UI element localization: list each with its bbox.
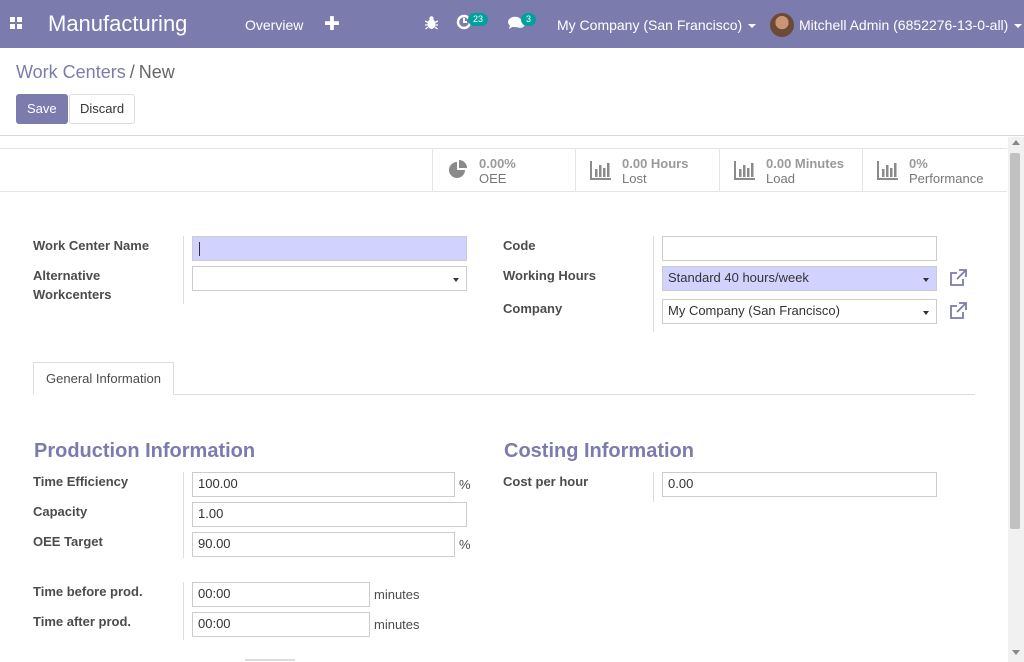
scroll-down-arrow-icon[interactable] — [1012, 650, 1020, 655]
bar-chart-icon — [877, 161, 898, 180]
oee-target-label: OEE Target — [33, 534, 103, 549]
dropdown-caret-icon — [923, 278, 929, 282]
breadcrumb: Work Centers / New — [16, 62, 175, 83]
debug-bug-icon[interactable] — [424, 15, 439, 33]
bottom-divider — [245, 659, 295, 661]
oee-stat-button[interactable]: 0.00% OEE — [432, 149, 576, 191]
time-before-prod-value: 00:00 — [198, 586, 231, 601]
time-efficiency-unit: % — [459, 477, 471, 492]
time-after-prod-value: 00:00 — [198, 616, 231, 631]
discard-button[interactable]: Discard — [69, 94, 136, 124]
external-link-icon[interactable] — [949, 302, 967, 320]
pie-chart-icon — [449, 160, 467, 178]
cost-per-hour-label: Cost per hour — [503, 474, 589, 489]
lost-stat-label: Lost — [622, 171, 647, 186]
external-link-icon[interactable] — [949, 269, 967, 287]
dropdown-caret-icon — [453, 278, 459, 282]
bar-chart-icon — [734, 161, 755, 180]
user-menu-label: Mitchell Admin (6852276-13-0-all) — [799, 17, 1009, 33]
load-stat-value: 0.00 Minutes — [766, 156, 845, 171]
save-button[interactable]: Save — [16, 94, 68, 124]
alternative-workcenters-label-line1: Alternative — [33, 268, 101, 283]
alternative-workcenters-select[interactable] — [192, 266, 467, 291]
message-count-badge: 3 — [521, 13, 537, 26]
company-switcher-label: My Company (San Francisco) — [557, 17, 743, 33]
oee-target-value: 90.00 — [198, 536, 231, 551]
tab-general-information[interactable]: General Information — [33, 362, 174, 395]
label-divider — [653, 472, 654, 502]
plus-menu-icon[interactable]: ✚ — [324, 13, 340, 36]
company-value: My Company (San Francisco) — [668, 303, 840, 318]
scrollbar-thumb[interactable] — [1010, 153, 1020, 529]
tab-bar-line — [33, 394, 975, 395]
alternative-workcenters-label: Alternative Workcenters — [33, 268, 112, 302]
lost-stat-button[interactable]: 0.00 Hours Lost — [575, 149, 719, 191]
alternative-workcenters-label-line2: Workcenters — [33, 287, 112, 302]
company-label: Company — [503, 301, 563, 316]
time-after-prod-label: Time after prod. — [33, 614, 132, 629]
dropdown-caret-icon — [923, 311, 929, 315]
work-center-name-input[interactable] — [192, 236, 467, 261]
bar-chart-icon — [590, 161, 611, 180]
time-after-prod-unit: minutes — [374, 617, 420, 632]
working-hours-value: Standard 40 hours/week — [668, 270, 809, 285]
time-before-prod-unit: minutes — [374, 587, 420, 602]
messages-chat-icon[interactable]: 3 — [508, 13, 537, 33]
user-avatar[interactable] — [770, 13, 794, 37]
form-sheet — [0, 137, 1008, 662]
time-before-prod-input[interactable]: 00:00 — [192, 582, 370, 607]
time-efficiency-input[interactable]: 100.00 — [192, 472, 455, 497]
costing-information-title: Costing Information — [504, 440, 694, 462]
performance-stat-button[interactable]: 0% Performance — [862, 149, 1007, 191]
app-name[interactable]: Manufacturing — [48, 11, 187, 37]
breadcrumb-current: New — [138, 62, 175, 82]
oee-target-input[interactable]: 90.00 — [192, 532, 455, 557]
working-hours-label: Working Hours — [503, 268, 596, 283]
label-divider — [183, 236, 184, 304]
company-switcher[interactable]: My Company (San Francisco) — [557, 17, 757, 33]
activity-count-badge: 23 — [468, 13, 489, 26]
time-after-prod-input[interactable]: 00:00 — [192, 612, 370, 637]
label-divider — [183, 582, 184, 640]
apps-menu-icon[interactable] — [10, 17, 23, 30]
breadcrumb-parent-link[interactable]: Work Centers — [16, 62, 126, 82]
capacity-value: 1.00 — [198, 506, 224, 521]
oee-stat-value: 0.00% — [479, 156, 516, 171]
time-before-prod-label: Time before prod. — [33, 584, 143, 599]
label-divider — [183, 472, 184, 558]
lost-stat-value: 0.00 Hours — [622, 156, 689, 171]
oee-target-unit: % — [459, 537, 471, 552]
capacity-input[interactable]: 1.00 — [192, 502, 467, 527]
user-menu[interactable]: Mitchell Admin (6852276-13-0-all) — [799, 17, 1023, 33]
scroll-up-arrow-icon[interactable] — [1012, 140, 1020, 145]
time-efficiency-label: Time Efficiency — [33, 474, 129, 489]
time-efficiency-value: 100.00 — [198, 476, 238, 491]
smart-buttons-bar: 0.00% OEE 0.00 Hours Lost 0.00 Minutes L… — [0, 148, 1007, 192]
menu-overview[interactable]: Overview — [245, 17, 303, 33]
chevron-down-icon — [748, 24, 757, 29]
code-input[interactable] — [662, 236, 937, 261]
code-label: Code — [503, 238, 536, 253]
performance-stat-value: 0% — [909, 156, 928, 171]
working-hours-select[interactable]: Standard 40 hours/week — [662, 266, 937, 291]
oee-stat-label: OEE — [479, 171, 507, 186]
cost-per-hour-value: 0.00 — [668, 476, 694, 491]
capacity-label: Capacity — [33, 504, 88, 519]
top-navbar: Manufacturing Overview ✚ 23 3 My Company… — [0, 0, 1024, 48]
work-center-name-label: Work Center Name — [33, 238, 150, 253]
chevron-down-icon — [1014, 24, 1023, 29]
production-information-title: Production Information — [34, 440, 256, 462]
control-panel: Work Centers / New Save Discard — [0, 48, 1024, 136]
breadcrumb-separator: / — [129, 62, 135, 82]
text-cursor — [199, 242, 200, 256]
cost-per-hour-input[interactable]: 0.00 — [662, 472, 937, 497]
activity-clock-icon[interactable]: 23 — [456, 13, 489, 33]
label-divider — [653, 236, 654, 332]
performance-stat-label: Performance — [909, 171, 984, 186]
load-stat-button[interactable]: 0.00 Minutes Load — [719, 149, 863, 191]
company-select[interactable]: My Company (San Francisco) — [662, 299, 937, 324]
load-stat-label: Load — [766, 171, 795, 186]
